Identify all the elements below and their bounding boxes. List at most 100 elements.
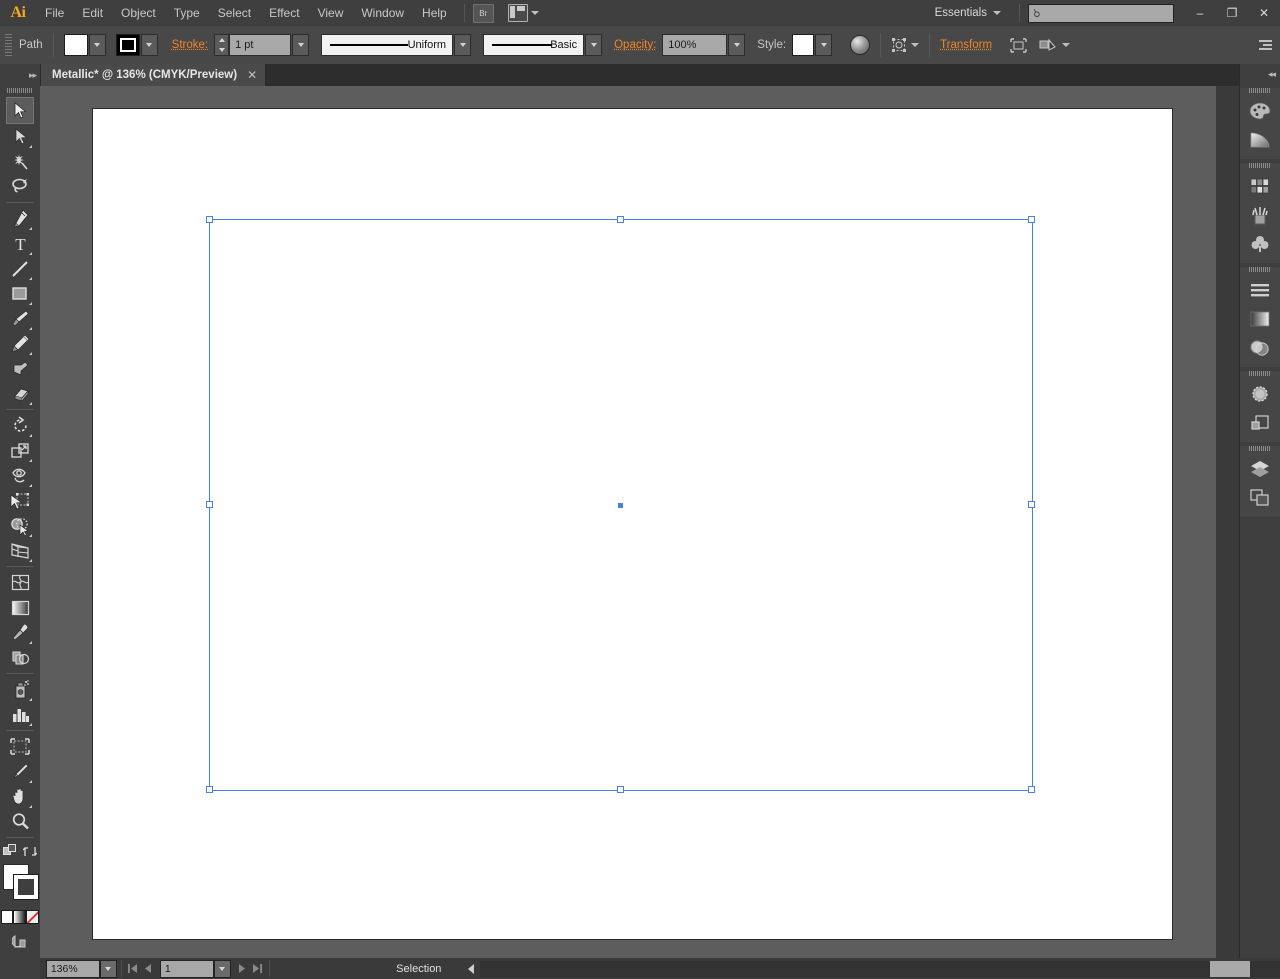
transparency-panel-icon[interactable]: [1245, 334, 1275, 362]
artboard-number-dropdown-button[interactable]: [213, 959, 231, 978]
fill-stroke-swatches[interactable]: [0, 861, 40, 909]
artboard-tool[interactable]: [7, 734, 33, 759]
scroll-left-button[interactable]: [464, 961, 478, 977]
stroke-color-control[interactable]: [115, 34, 158, 56]
fill-dropdown-button[interactable]: [88, 34, 106, 56]
tools-panel-collapse-button[interactable]: ▸▸: [0, 64, 40, 86]
opacity-input[interactable]: 100%: [662, 34, 728, 56]
selection-tool[interactable]: [6, 97, 34, 124]
artboard-number-input[interactable]: 1: [159, 959, 214, 978]
color-guide-panel-icon[interactable]: [1245, 126, 1275, 154]
none-icon[interactable]: [26, 910, 39, 924]
menu-object[interactable]: Object: [112, 2, 165, 24]
stroke-dropdown-button[interactable]: [140, 34, 158, 56]
shape-builder-tool[interactable]: [7, 513, 33, 538]
lasso-tool[interactable]: [7, 174, 33, 199]
workspace-switcher[interactable]: Essentials: [925, 7, 1011, 19]
color-icon[interactable]: [1, 910, 13, 924]
magic-wand-tool[interactable]: [7, 149, 33, 174]
menu-window[interactable]: Window: [352, 2, 413, 24]
direct-selection-tool[interactable]: [7, 124, 33, 149]
zoom-level-dropdown-button[interactable]: [99, 959, 117, 978]
brush-definition-dropdown-button[interactable]: [585, 34, 603, 56]
stroke-panel-icon[interactable]: [1245, 276, 1275, 304]
symbol-sprayer-tool[interactable]: [7, 677, 33, 702]
menu-file[interactable]: File: [36, 2, 73, 24]
go-to-bridge-icon[interactable]: Br: [472, 3, 494, 23]
opacity-control[interactable]: 100%: [662, 34, 746, 56]
column-graph-tool[interactable]: [7, 702, 33, 727]
appearance-panel-icon[interactable]: [1245, 380, 1275, 408]
shape-options-button[interactable]: [1039, 38, 1057, 53]
pencil-tool[interactable]: [7, 331, 33, 356]
control-bar-grip[interactable]: [5, 34, 12, 56]
document-tab[interactable]: Metallic* @ 136% (CMYK/Preview) ✕: [40, 64, 267, 86]
opacity-dropdown-button[interactable]: [728, 34, 746, 56]
scale-tool[interactable]: [7, 438, 33, 463]
menu-view[interactable]: View: [309, 2, 353, 24]
previous-artboard-button[interactable]: [141, 960, 156, 978]
brush-definition-control[interactable]: Basic: [483, 34, 603, 56]
free-transform-tool[interactable]: [7, 488, 33, 513]
graphic-style-control[interactable]: [792, 34, 833, 56]
horizontal-scrollbar[interactable]: [460, 959, 1280, 979]
perspective-grid-tool[interactable]: [7, 538, 33, 563]
width-tool[interactable]: [7, 463, 33, 488]
stroke-weight-dropdown-button[interactable]: [292, 34, 310, 56]
mesh-tool[interactable]: [7, 570, 33, 595]
menu-edit[interactable]: Edit: [73, 2, 112, 24]
dock-expand-button[interactable]: ◂◂: [1240, 64, 1280, 84]
hand-tool[interactable]: [7, 784, 33, 809]
menu-type[interactable]: Type: [165, 2, 209, 24]
dock-group-grip[interactable]: [1249, 446, 1271, 451]
isolate-selected-object-button[interactable]: [891, 37, 907, 53]
blob-brush-tool[interactable]: [7, 356, 33, 381]
stroke-swatch[interactable]: [115, 34, 140, 56]
gradient-panel-icon[interactable]: [1245, 305, 1275, 333]
stroke-label[interactable]: Stroke:: [172, 39, 208, 51]
chevron-down-icon[interactable]: [911, 43, 920, 47]
eraser-tool[interactable]: [7, 381, 33, 406]
color-panel-icon[interactable]: [1245, 97, 1275, 125]
graphic-styles-panel-icon[interactable]: [1245, 409, 1275, 437]
dock-group-grip[interactable]: [1249, 371, 1271, 376]
close-button[interactable]: ✕: [1248, 2, 1280, 24]
menu-help[interactable]: Help: [413, 2, 456, 24]
type-tool[interactable]: T: [7, 231, 33, 256]
zoom-level-input[interactable]: 136%: [45, 959, 100, 978]
close-icon[interactable]: ✕: [247, 69, 257, 81]
dock-group-grip[interactable]: [1249, 163, 1271, 168]
restore-button[interactable]: ❐: [1216, 2, 1248, 24]
pen-tool[interactable]: [7, 206, 33, 231]
tools-panel-grip[interactable]: [7, 88, 33, 93]
change-screen-mode-button[interactable]: [7, 929, 33, 954]
line-segment-tool[interactable]: [7, 256, 33, 281]
brushes-panel-icon[interactable]: [1245, 201, 1275, 229]
arrange-documents-button[interactable]: [507, 4, 539, 22]
minimize-button[interactable]: –: [1184, 2, 1216, 24]
zoom-tool[interactable]: [7, 809, 33, 834]
gradient-tool[interactable]: [7, 595, 33, 620]
canvas[interactable]: [40, 86, 1216, 958]
panel-menu-button[interactable]: [1259, 40, 1272, 50]
stroke-swatch-large[interactable]: [13, 874, 39, 900]
stroke-weight-stepper[interactable]: [214, 34, 230, 56]
horizontal-scrollbar-thumb[interactable]: [1210, 961, 1250, 977]
last-artboard-button[interactable]: [250, 960, 265, 978]
artboards-panel-icon[interactable]: [1245, 484, 1275, 512]
stroke-weight-input[interactable]: 1 pt: [229, 34, 292, 56]
align-button[interactable]: [1010, 37, 1027, 53]
opacity-label[interactable]: Opacity:: [614, 39, 656, 51]
graphic-style-swatch[interactable]: [792, 34, 815, 56]
search-input[interactable]: ☌: [1028, 3, 1174, 23]
transform-label[interactable]: Transform: [940, 39, 992, 51]
recolor-artwork-icon[interactable]: [850, 35, 871, 55]
fill-color-control[interactable]: [63, 34, 106, 56]
rotate-tool[interactable]: [7, 413, 33, 438]
dock-group-grip[interactable]: [1249, 88, 1271, 93]
layers-panel-icon[interactable]: [1245, 455, 1275, 483]
brush-definition-select[interactable]: Basic: [483, 34, 585, 56]
menu-select[interactable]: Select: [209, 2, 260, 24]
variable-width-profile-dropdown-button[interactable]: [454, 34, 472, 56]
menu-effect[interactable]: Effect: [260, 2, 308, 24]
